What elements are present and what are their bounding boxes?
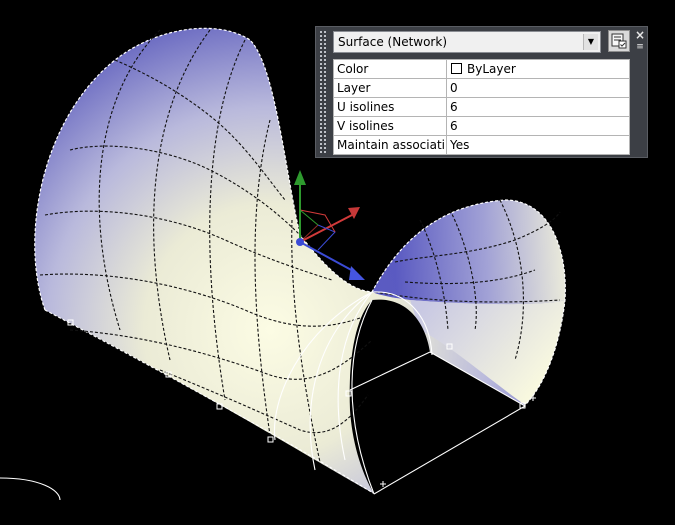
property-name: Layer <box>333 78 447 98</box>
property-row-layer[interactable]: Layer 0 <box>333 78 630 98</box>
quick-properties-palette: Surface (Network) ▼ × ≡ Color ByLayer La… <box>315 26 648 158</box>
property-name: V isolines <box>333 116 447 136</box>
property-value[interactable]: ByLayer <box>446 59 630 79</box>
object-type-dropdown[interactable]: Surface (Network) ▼ <box>333 31 601 53</box>
property-name: Maintain associati... <box>333 135 447 155</box>
property-row-color[interactable]: Color ByLayer <box>333 59 630 79</box>
palette-drag-grip[interactable] <box>319 30 328 154</box>
property-row-maintain-associativity[interactable]: Maintain associati... Yes <box>333 135 630 155</box>
surface-right-lobe <box>372 200 566 305</box>
property-value[interactable]: 6 <box>446 116 630 136</box>
property-row-v-isolines[interactable]: V isolines 6 <box>333 116 630 136</box>
property-value[interactable]: 6 <box>446 97 630 117</box>
chevron-down-icon[interactable]: ▼ <box>583 34 598 50</box>
property-grid: Color ByLayer Layer 0 U isolines 6 V iso… <box>333 59 630 155</box>
property-value[interactable]: 0 <box>446 78 630 98</box>
property-name: Color <box>333 59 447 79</box>
property-name: U isolines <box>333 97 447 117</box>
options-menu-icon[interactable]: ≡ <box>634 41 646 53</box>
property-row-u-isolines[interactable]: U isolines 6 <box>333 97 630 117</box>
customize-button[interactable] <box>608 30 630 52</box>
close-icon[interactable]: × <box>634 28 646 42</box>
color-swatch-icon <box>451 63 462 74</box>
customize-icon <box>611 33 627 49</box>
property-value[interactable]: Yes <box>446 135 630 155</box>
object-type-value: Surface (Network) <box>338 35 447 49</box>
color-value: ByLayer <box>467 62 516 76</box>
